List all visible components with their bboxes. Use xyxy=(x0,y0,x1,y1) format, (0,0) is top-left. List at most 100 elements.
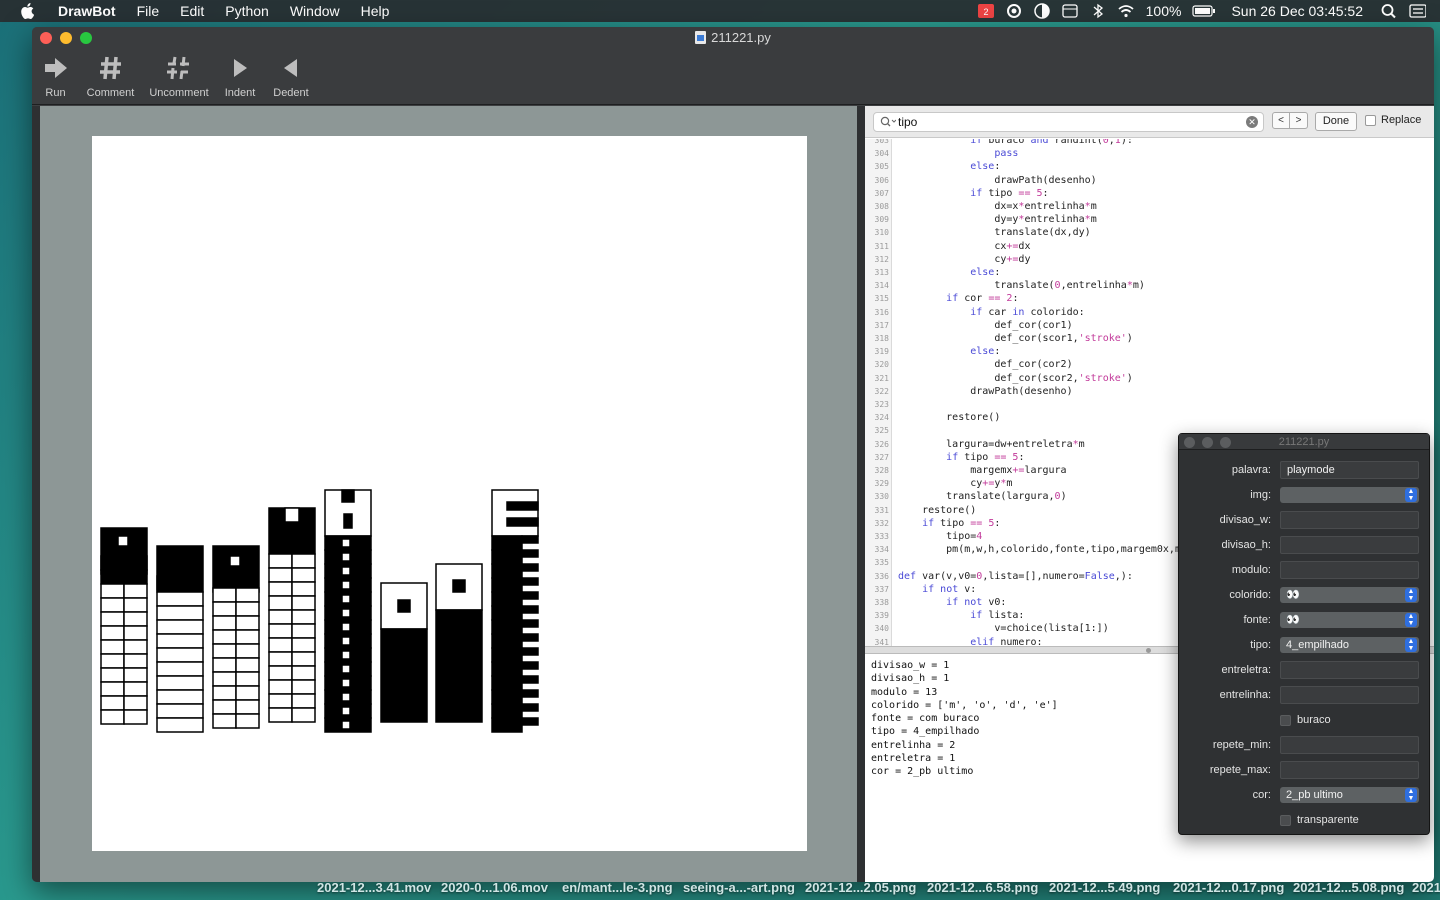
desktop-file[interactable]: 2021-12...6.58.png xyxy=(927,880,1038,895)
calendar-icon[interactable] xyxy=(1061,3,1079,19)
code-line[interactable]: 304 pass xyxy=(865,147,1434,160)
desktop-file[interactable]: en/mant...le-3.png xyxy=(562,880,673,895)
repete-max-slider[interactable] xyxy=(1280,761,1419,779)
code-line[interactable]: 320 def_cor(cor2) xyxy=(865,358,1434,371)
transparente-checkbox-box[interactable] xyxy=(1280,814,1291,826)
dark-mode-icon[interactable] xyxy=(1033,3,1051,19)
code-line[interactable]: 313 else: xyxy=(865,266,1434,279)
menu-python[interactable]: Python xyxy=(225,3,269,19)
desktop-file[interactable]: 2021 xyxy=(1412,880,1440,895)
desktop-file[interactable]: 2020-0...1.06.mov xyxy=(441,880,548,895)
code-line[interactable]: 306 drawPath(desenho) xyxy=(865,174,1434,187)
panel-minimize-button[interactable] xyxy=(1202,437,1213,448)
pane-splitter[interactable] xyxy=(857,106,865,882)
palavra-input[interactable]: playmode xyxy=(1280,461,1419,479)
modulo-slider[interactable] xyxy=(1280,561,1419,579)
entreletra-slider[interactable] xyxy=(1280,661,1419,679)
find-previous-button[interactable]: < xyxy=(1272,112,1290,129)
colorido-select[interactable]: 👀 ▲ ▼ xyxy=(1280,587,1419,603)
search-icon xyxy=(880,116,897,131)
divisao-h-slider[interactable] xyxy=(1280,536,1419,554)
panel-close-button[interactable] xyxy=(1184,437,1195,448)
divisao-w-slider[interactable] xyxy=(1280,511,1419,529)
menu-edit[interactable]: Edit xyxy=(180,3,204,19)
comment-button[interactable]: Comment xyxy=(83,51,138,99)
code-line[interactable]: 324 restore() xyxy=(865,411,1434,424)
code-line[interactable]: 317 def_cor(cor1) xyxy=(865,319,1434,332)
find-done-button[interactable]: Done xyxy=(1315,112,1357,131)
img-select[interactable]: ▲ ▼ xyxy=(1280,487,1419,503)
panel-maximize-button[interactable] xyxy=(1220,437,1231,448)
tipo-row: tipo: 4_empilhado ▲ ▼ xyxy=(1179,636,1429,656)
code-line[interactable]: 310 translate(dx,dy) xyxy=(865,226,1434,239)
replace-checkbox[interactable] xyxy=(1365,114,1376,126)
code-line[interactable]: 312 cy+=dy xyxy=(865,253,1434,266)
transparente-checkbox[interactable]: transparente xyxy=(1280,814,1359,826)
code-line[interactable]: 321 def_cor(scor2,'stroke') xyxy=(865,372,1434,385)
wifi-icon[interactable] xyxy=(1117,3,1135,19)
find-field[interactable]: tipo ✕ xyxy=(873,112,1264,132)
code-line[interactable]: 316 if car in colorido: xyxy=(865,306,1434,319)
run-button[interactable]: Run xyxy=(38,51,73,99)
artwork-block xyxy=(491,605,523,621)
broken-hash-icon xyxy=(166,51,192,85)
menu-app-drawbot[interactable]: DrawBot xyxy=(58,3,116,19)
desktop-file[interactable]: seeing-a...-art.png xyxy=(683,880,795,895)
repete-min-slider[interactable] xyxy=(1280,736,1419,754)
variables-panel-titlebar: 211221.py xyxy=(1179,434,1429,450)
code-line[interactable]: 309 dy=y*entrelinha*m xyxy=(865,213,1434,226)
desktop-file[interactable]: 2021-12...5.08.png xyxy=(1293,880,1404,895)
artwork-block xyxy=(156,717,204,733)
tipo-select[interactable]: 4_empilhado ▲ ▼ xyxy=(1280,637,1419,653)
chevron-updown-icon: ▲ ▼ xyxy=(1405,588,1417,602)
code-line[interactable]: 318 def_cor(scor1,'stroke') xyxy=(865,332,1434,345)
artwork-block xyxy=(341,580,351,590)
replace-toggle[interactable]: Replace xyxy=(1365,114,1421,126)
buraco-checkbox-box[interactable] xyxy=(1280,714,1291,726)
desktop-file[interactable]: 2021-12...2.05.png xyxy=(805,880,916,895)
creative-cloud-icon[interactable] xyxy=(1005,3,1023,19)
code-line[interactable]: 315 if cor == 2: xyxy=(865,292,1434,305)
buraco-checkbox[interactable]: buraco xyxy=(1280,714,1331,726)
code-text: restore() xyxy=(898,504,977,516)
code-line[interactable]: 305 else: xyxy=(865,160,1434,173)
uncomment-button[interactable]: Uncomment xyxy=(148,51,210,99)
artwork-block xyxy=(123,583,148,599)
code-line[interactable]: 311 cx+=dx xyxy=(865,240,1434,253)
desktop-file[interactable]: 2021-12...3.41.mov xyxy=(317,880,431,895)
uncomment-label: Uncomment xyxy=(149,87,209,99)
code-line[interactable]: 303 if buraco and randint(0,1): xyxy=(865,139,1434,147)
code-line[interactable]: 307 if tipo == 5: xyxy=(865,187,1434,200)
panel-title: 211221.py xyxy=(1278,436,1330,448)
left-edge-splitter[interactable] xyxy=(32,106,40,882)
adobe-icon[interactable]: 2 xyxy=(977,3,995,19)
artwork-block xyxy=(380,628,428,723)
menu-clock[interactable]: Sun 26 Dec 03:45:52 xyxy=(1231,3,1363,19)
battery-icon[interactable] xyxy=(1192,3,1216,19)
control-center-icon[interactable] xyxy=(1408,3,1426,19)
code-line[interactable]: 322 drawPath(desenho) xyxy=(865,385,1434,398)
menu-help[interactable]: Help xyxy=(361,3,390,19)
artwork-block xyxy=(156,689,204,705)
code-line[interactable]: 319 else: xyxy=(865,345,1434,358)
cor-select[interactable]: 2_pb ultimo ▲ ▼ xyxy=(1280,787,1419,803)
apple-icon[interactable] xyxy=(20,3,34,19)
bluetooth-icon[interactable] xyxy=(1089,3,1107,19)
code-text: cy+=dy xyxy=(898,253,1031,265)
code-line[interactable]: 314 translate(0,entrelinha*m) xyxy=(865,279,1434,292)
menu-window[interactable]: Window xyxy=(290,3,340,19)
find-next-button[interactable]: > xyxy=(1290,112,1308,129)
spotlight-search-icon[interactable] xyxy=(1380,3,1398,19)
clear-search-icon[interactable]: ✕ xyxy=(1246,116,1258,128)
code-line[interactable]: 308 dx=x*entrelinha*m xyxy=(865,200,1434,213)
transparente-row: transparente xyxy=(1179,811,1429,831)
code-line[interactable]: 323 xyxy=(865,398,1434,411)
fonte-select[interactable]: 👀 ▲ ▼ xyxy=(1280,612,1419,628)
line-number: 324 xyxy=(874,413,889,423)
entrelinha-slider[interactable] xyxy=(1280,686,1419,704)
dedent-button[interactable]: Dedent xyxy=(270,51,312,99)
desktop-file[interactable]: 2021-12...0.17.png xyxy=(1173,880,1284,895)
indent-button[interactable]: Indent xyxy=(220,51,260,99)
menu-file[interactable]: File xyxy=(137,3,160,19)
desktop-file[interactable]: 2021-12...5.49.png xyxy=(1049,880,1160,895)
